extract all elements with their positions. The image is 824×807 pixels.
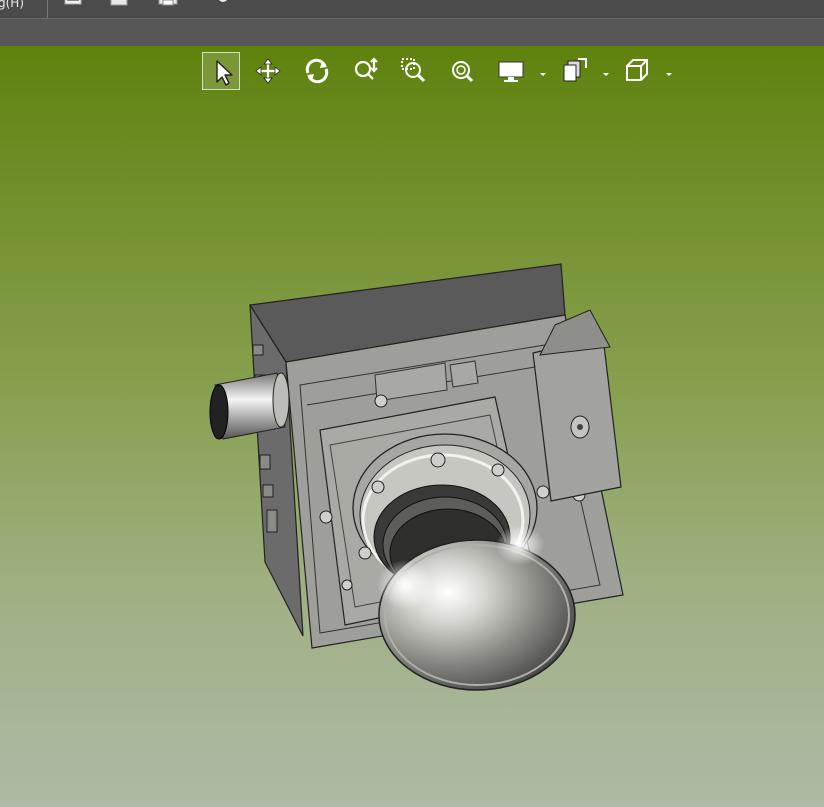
command-bar [0, 19, 824, 46]
view-cube-dropdown[interactable] [665, 64, 673, 76]
open-icon[interactable] [62, 0, 84, 10]
views-icon[interactable] [556, 52, 594, 90]
settings-icon[interactable] [212, 0, 234, 10]
print-icon[interactable] [157, 0, 179, 10]
camera-assembly-model[interactable] [195, 255, 635, 700]
save-icon[interactable] [108, 0, 130, 10]
view-cube-icon[interactable] [619, 52, 657, 90]
zoom-icon[interactable] [346, 52, 384, 90]
rotate-icon[interactable] [298, 52, 336, 90]
zoom-fit-icon[interactable] [443, 52, 481, 90]
toolbar-separator [47, 0, 48, 18]
display-mode-icon[interactable] [493, 52, 531, 90]
zoom-window-icon[interactable] [395, 52, 433, 90]
views-dropdown[interactable] [602, 64, 610, 76]
menu-label[interactable]: g(H) [0, 0, 24, 10]
top-bar: g(H) [0, 0, 824, 19]
pan-icon[interactable] [249, 52, 287, 90]
select-icon[interactable] [202, 52, 240, 90]
display-mode-dropdown[interactable] [539, 64, 547, 76]
